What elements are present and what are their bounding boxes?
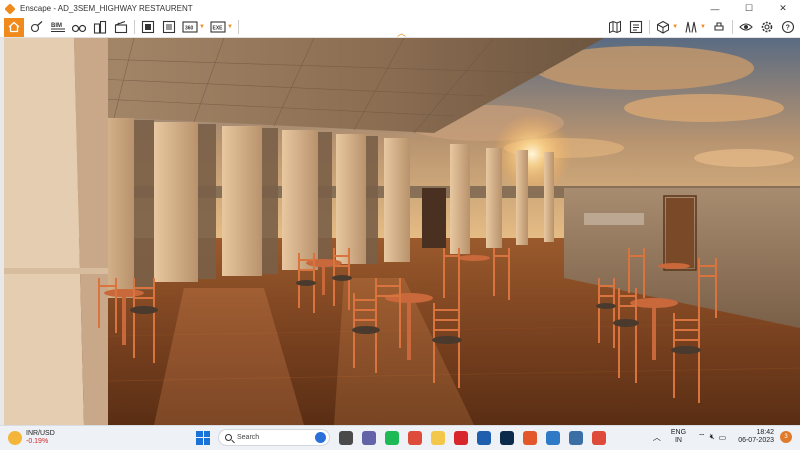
taskbar-search[interactable]: Search <box>218 429 330 446</box>
toolbar-divider <box>134 20 135 34</box>
binoculars-button[interactable] <box>71 19 87 35</box>
export-label: EXE <box>212 26 223 32</box>
battery-icon[interactable]: ▭ <box>719 433 727 442</box>
system-tray: ︿ ENG IN ⌔ 🔇︎ ▭ 18:42 06-07-2023 3 <box>653 429 792 445</box>
revit-icon[interactable] <box>477 430 491 445</box>
buildings-button[interactable] <box>92 19 108 35</box>
home-icon <box>8 21 20 33</box>
notification-badge[interactable]: 3 <box>780 431 792 443</box>
render-viewport[interactable] <box>4 38 800 425</box>
bing-icon[interactable] <box>315 432 326 443</box>
upload-button[interactable] <box>711 19 727 35</box>
export-dropdown-icon[interactable]: ▼ <box>227 24 233 30</box>
widget-change: -0.19% <box>26 438 49 445</box>
windows-logo-icon <box>196 430 203 437</box>
help-button[interactable]: ? <box>780 19 796 35</box>
currency-icon <box>8 431 22 445</box>
views-icon <box>630 20 643 34</box>
window-controls: — ☐ ✕ <box>698 0 800 17</box>
clock-date: 06-07-2023 <box>738 437 774 444</box>
material-editor-icon <box>685 21 697 33</box>
teams-icon[interactable] <box>362 430 376 445</box>
buildings-icon <box>93 20 107 34</box>
settings-button[interactable] <box>759 19 775 35</box>
lang-region: IN <box>674 437 682 444</box>
search-label: Search <box>237 434 260 441</box>
bim-label: BIM <box>51 23 62 29</box>
visual-settings-button[interactable] <box>738 19 754 35</box>
settings-icon <box>761 21 773 33</box>
window-title: Enscape - AD_3SEM_HIGHWAY RESTAURENT <box>20 4 193 13</box>
video-editor-button[interactable] <box>113 19 129 35</box>
asset-dropdown-icon[interactable]: ▼ <box>672 24 678 30</box>
photoshop-icon[interactable] <box>500 430 514 445</box>
screenshot-icon <box>141 20 155 34</box>
task-view-icon[interactable] <box>339 430 353 445</box>
photos-icon[interactable] <box>569 430 583 445</box>
map-icon <box>609 20 622 34</box>
bim-icon: BIM <box>51 23 65 32</box>
views-button[interactable] <box>628 19 644 35</box>
market-widget[interactable]: INR/USD -0.19% <box>8 430 55 446</box>
tray-overflow-icon[interactable]: ︿ <box>653 432 661 443</box>
search-icon <box>225 434 232 441</box>
taskbar-apps: Search <box>196 429 606 446</box>
map-button[interactable] <box>607 19 623 35</box>
asset-library-button[interactable] <box>655 19 671 35</box>
toolbar-divider <box>732 20 733 34</box>
upload-icon <box>714 22 724 31</box>
clapper-icon <box>114 20 128 34</box>
binoculars-icon <box>72 24 86 33</box>
material-editor-button[interactable] <box>683 19 699 35</box>
enscape-logo-icon <box>4 2 16 15</box>
file-explorer-icon[interactable] <box>431 430 445 445</box>
walk-mode-button[interactable] <box>29 19 45 35</box>
clock[interactable]: 18:42 06-07-2023 <box>738 429 774 445</box>
minimize-button[interactable]: — <box>698 0 732 17</box>
acrobat-icon[interactable] <box>454 430 468 445</box>
chrome-profile-icon[interactable] <box>592 430 606 445</box>
export-button[interactable]: EXE <box>210 19 226 35</box>
batch-render-button[interactable] <box>161 19 177 35</box>
wifi-icon[interactable]: ⌔ <box>698 432 706 442</box>
maximize-button[interactable]: ☐ <box>732 0 766 17</box>
lang-code: ENG <box>670 429 687 436</box>
brave-icon[interactable] <box>523 430 537 445</box>
material-dropdown-icon[interactable]: ▼ <box>700 24 706 30</box>
batch-render-icon <box>162 20 176 34</box>
chrome-icon[interactable] <box>408 430 422 445</box>
toolbar-right-group: ▼ ▼ ? <box>602 19 796 35</box>
restaurant-render-image <box>4 38 800 425</box>
export-icon: EXE <box>210 21 226 33</box>
windows-taskbar: INR/USD -0.19% Search ︿ ENG IN ⌔ 🔇︎ ▭ 18… <box>0 425 800 450</box>
screenshot-button[interactable] <box>140 19 156 35</box>
pinned-apps <box>330 430 606 445</box>
bim-button[interactable]: BIM <box>50 19 66 35</box>
toolbar-divider <box>237 20 239 34</box>
visual-settings-icon <box>739 23 753 31</box>
panorama-label: 360 <box>185 26 194 32</box>
volume-icon[interactable]: 🔇︎ <box>710 432 715 442</box>
sketchup-icon[interactable] <box>546 430 560 445</box>
walk-mode-icon <box>30 21 43 33</box>
close-button[interactable]: ✕ <box>766 0 800 17</box>
clock-time: 18:42 <box>756 429 774 436</box>
asset-library-icon <box>657 20 670 34</box>
start-button[interactable] <box>196 430 210 445</box>
toolbar-divider <box>649 20 651 34</box>
panorama-dropdown-icon[interactable]: ▼ <box>199 24 205 30</box>
svg-text:?: ? <box>786 25 790 32</box>
panorama-button[interactable]: 360 <box>182 19 198 35</box>
panorama-icon: 360 <box>182 21 198 33</box>
help-icon: ? <box>781 20 795 34</box>
home-button[interactable] <box>4 17 24 37</box>
language-indicator[interactable]: ENG IN <box>671 429 686 445</box>
widget-title: INR/USD <box>26 430 55 437</box>
title-bar: Enscape - AD_3SEM_HIGHWAY RESTAURENT — ☐… <box>0 0 800 17</box>
spotify-icon[interactable] <box>385 430 399 445</box>
